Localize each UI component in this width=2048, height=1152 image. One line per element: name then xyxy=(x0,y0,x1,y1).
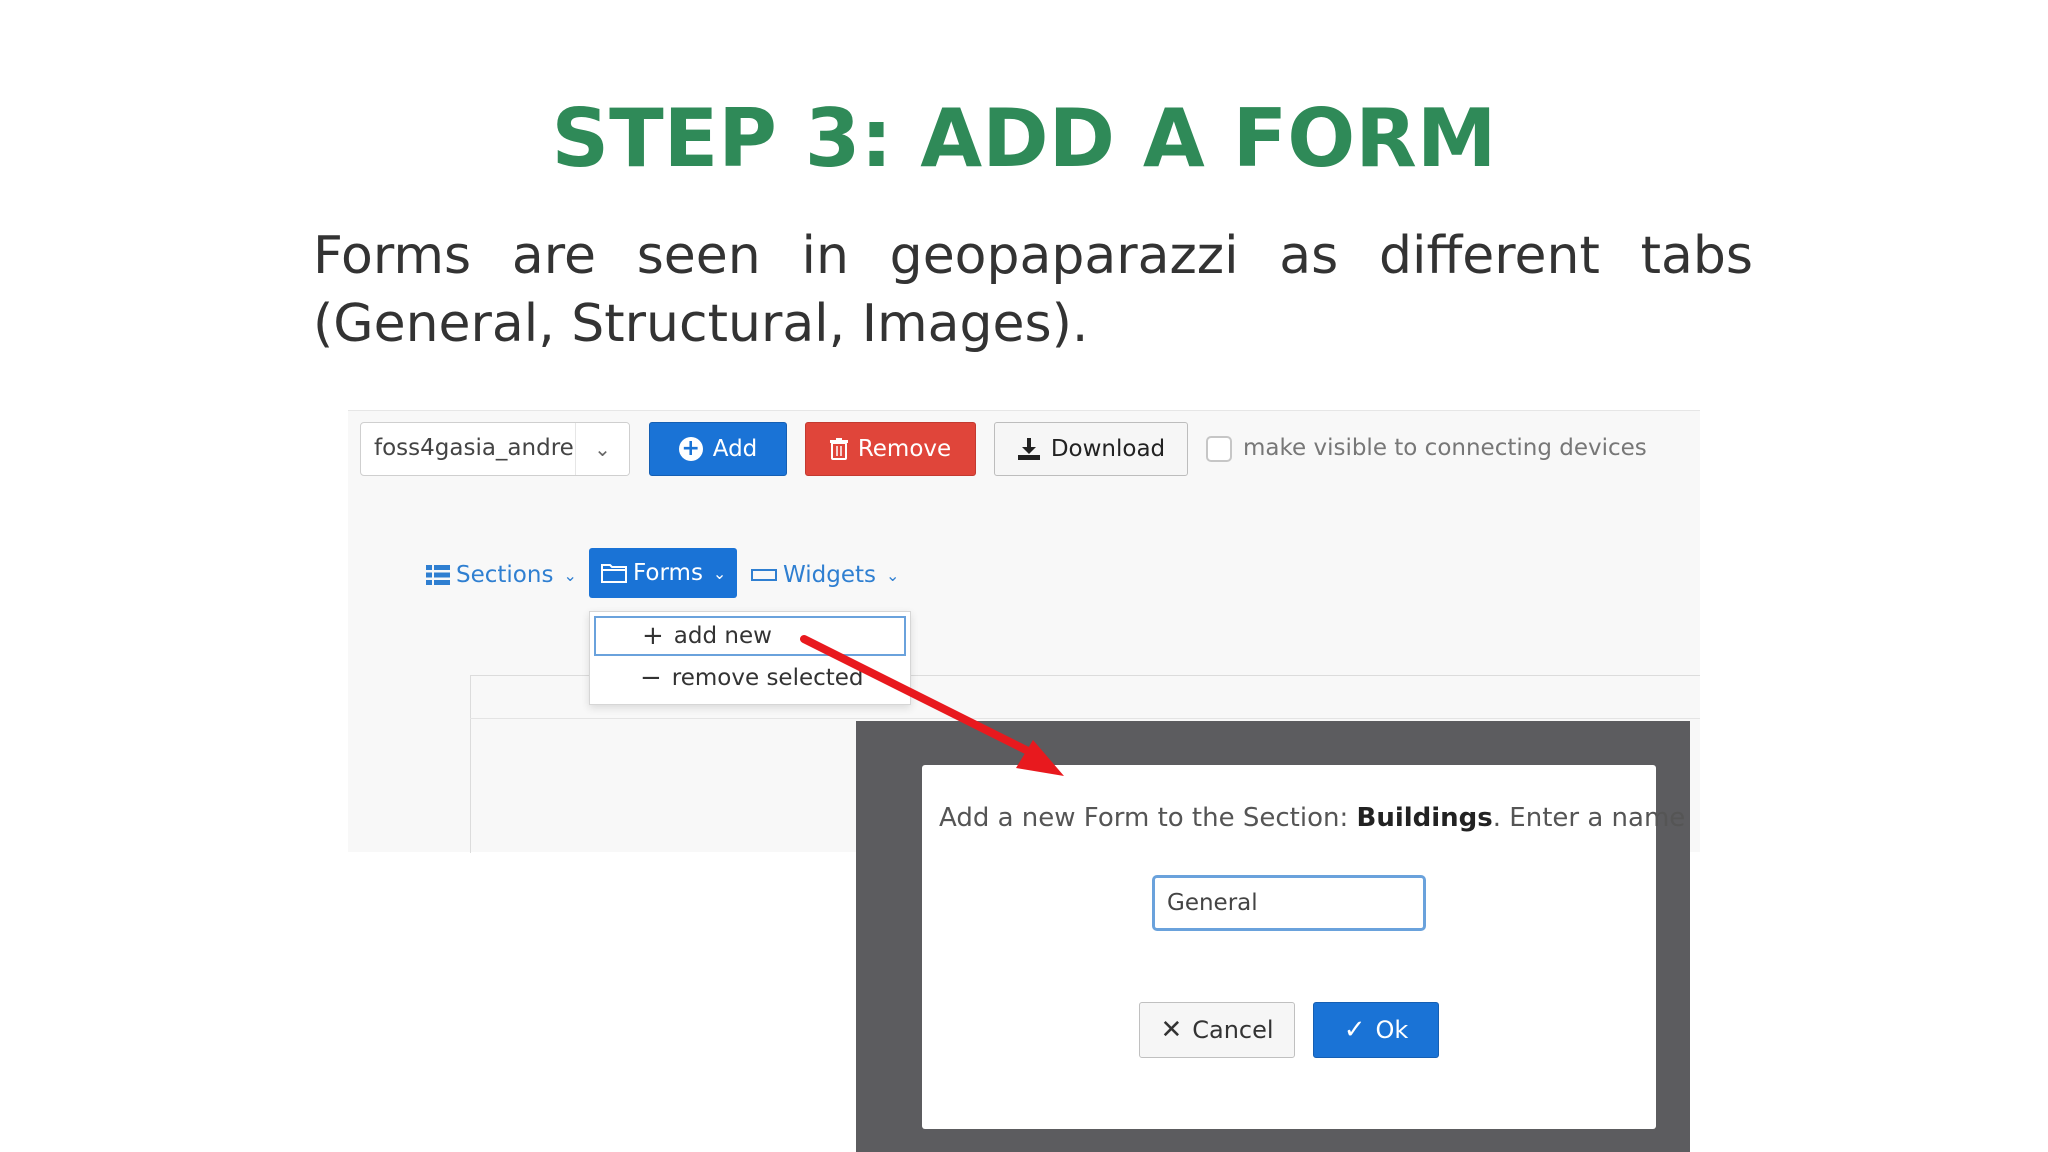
download-button[interactable]: Download xyxy=(994,422,1188,476)
add-form-dialog: Add a new Form to the Section: Buildings… xyxy=(922,765,1685,1129)
form-name-input[interactable] xyxy=(1152,875,1426,931)
sections-menu-label: Sections xyxy=(456,562,554,588)
project-select[interactable]: foss4gasia_andrea ⌄ xyxy=(360,422,630,476)
plus-circle-icon: + xyxy=(678,437,703,461)
chevron-down-icon: ⌄ xyxy=(575,423,629,475)
widgets-menu[interactable]: Widgets ⌄ xyxy=(751,551,899,599)
minus-icon: − xyxy=(640,663,662,693)
ok-button-label: Ok xyxy=(1375,1016,1409,1044)
chevron-down-icon: ⌄ xyxy=(563,565,577,585)
download-button-label: Download xyxy=(1050,436,1166,462)
cancel-button-label: Cancel xyxy=(1192,1016,1274,1044)
list-icon xyxy=(426,565,450,585)
trash-icon xyxy=(829,438,848,460)
add-new-form-item[interactable]: + add new xyxy=(594,616,906,656)
forms-dropdown: + add new − remove selected xyxy=(589,611,911,705)
chevron-down-icon: ⌄ xyxy=(885,565,900,585)
widget-icon xyxy=(751,569,777,581)
dialog-message-suffix: . Enter a name xyxy=(1492,803,1686,833)
remove-button[interactable]: Remove xyxy=(805,422,976,476)
dialog-section-name: Buildings xyxy=(1356,803,1493,833)
slide-title: STEP 3: ADD A FORM xyxy=(551,92,1497,185)
add-new-label: add new xyxy=(673,623,772,649)
folder-icon xyxy=(601,564,627,583)
add-button[interactable]: + Add xyxy=(649,422,787,476)
sections-menu[interactable]: Sections ⌄ xyxy=(426,551,577,599)
close-icon: ✕ xyxy=(1160,1015,1183,1045)
plus-icon: + xyxy=(642,621,664,651)
visible-checkbox[interactable] xyxy=(1206,436,1232,462)
remove-selected-form-item[interactable]: − remove selected xyxy=(594,658,906,698)
slide-body-text: Forms are seen in geopaparazzi as differ… xyxy=(313,226,1753,354)
remove-button-label: Remove xyxy=(857,436,952,462)
panel-divider xyxy=(470,718,1700,719)
chevron-down-icon: ⌄ xyxy=(712,563,727,583)
ok-button[interactable]: ✓ Ok xyxy=(1313,1002,1439,1058)
project-select-value: foss4gasia_andrea xyxy=(374,435,588,461)
dialog-message: Add a new Form to the Section: Buildings… xyxy=(939,803,1685,833)
add-button-label: Add xyxy=(712,436,758,462)
widgets-menu-label: Widgets xyxy=(783,562,876,588)
dialog-message-prefix: Add a new Form to the Section: xyxy=(939,803,1357,833)
download-icon xyxy=(1017,438,1040,460)
forms-menu[interactable]: Forms ⌄ xyxy=(589,548,737,598)
forms-menu-label: Forms xyxy=(633,560,703,586)
check-icon: ✓ xyxy=(1343,1015,1366,1045)
cancel-button[interactable]: ✕ Cancel xyxy=(1139,1002,1295,1058)
visible-checkbox-label: make visible to connecting devices xyxy=(1243,435,1647,461)
remove-selected-label: remove selected xyxy=(671,665,864,691)
